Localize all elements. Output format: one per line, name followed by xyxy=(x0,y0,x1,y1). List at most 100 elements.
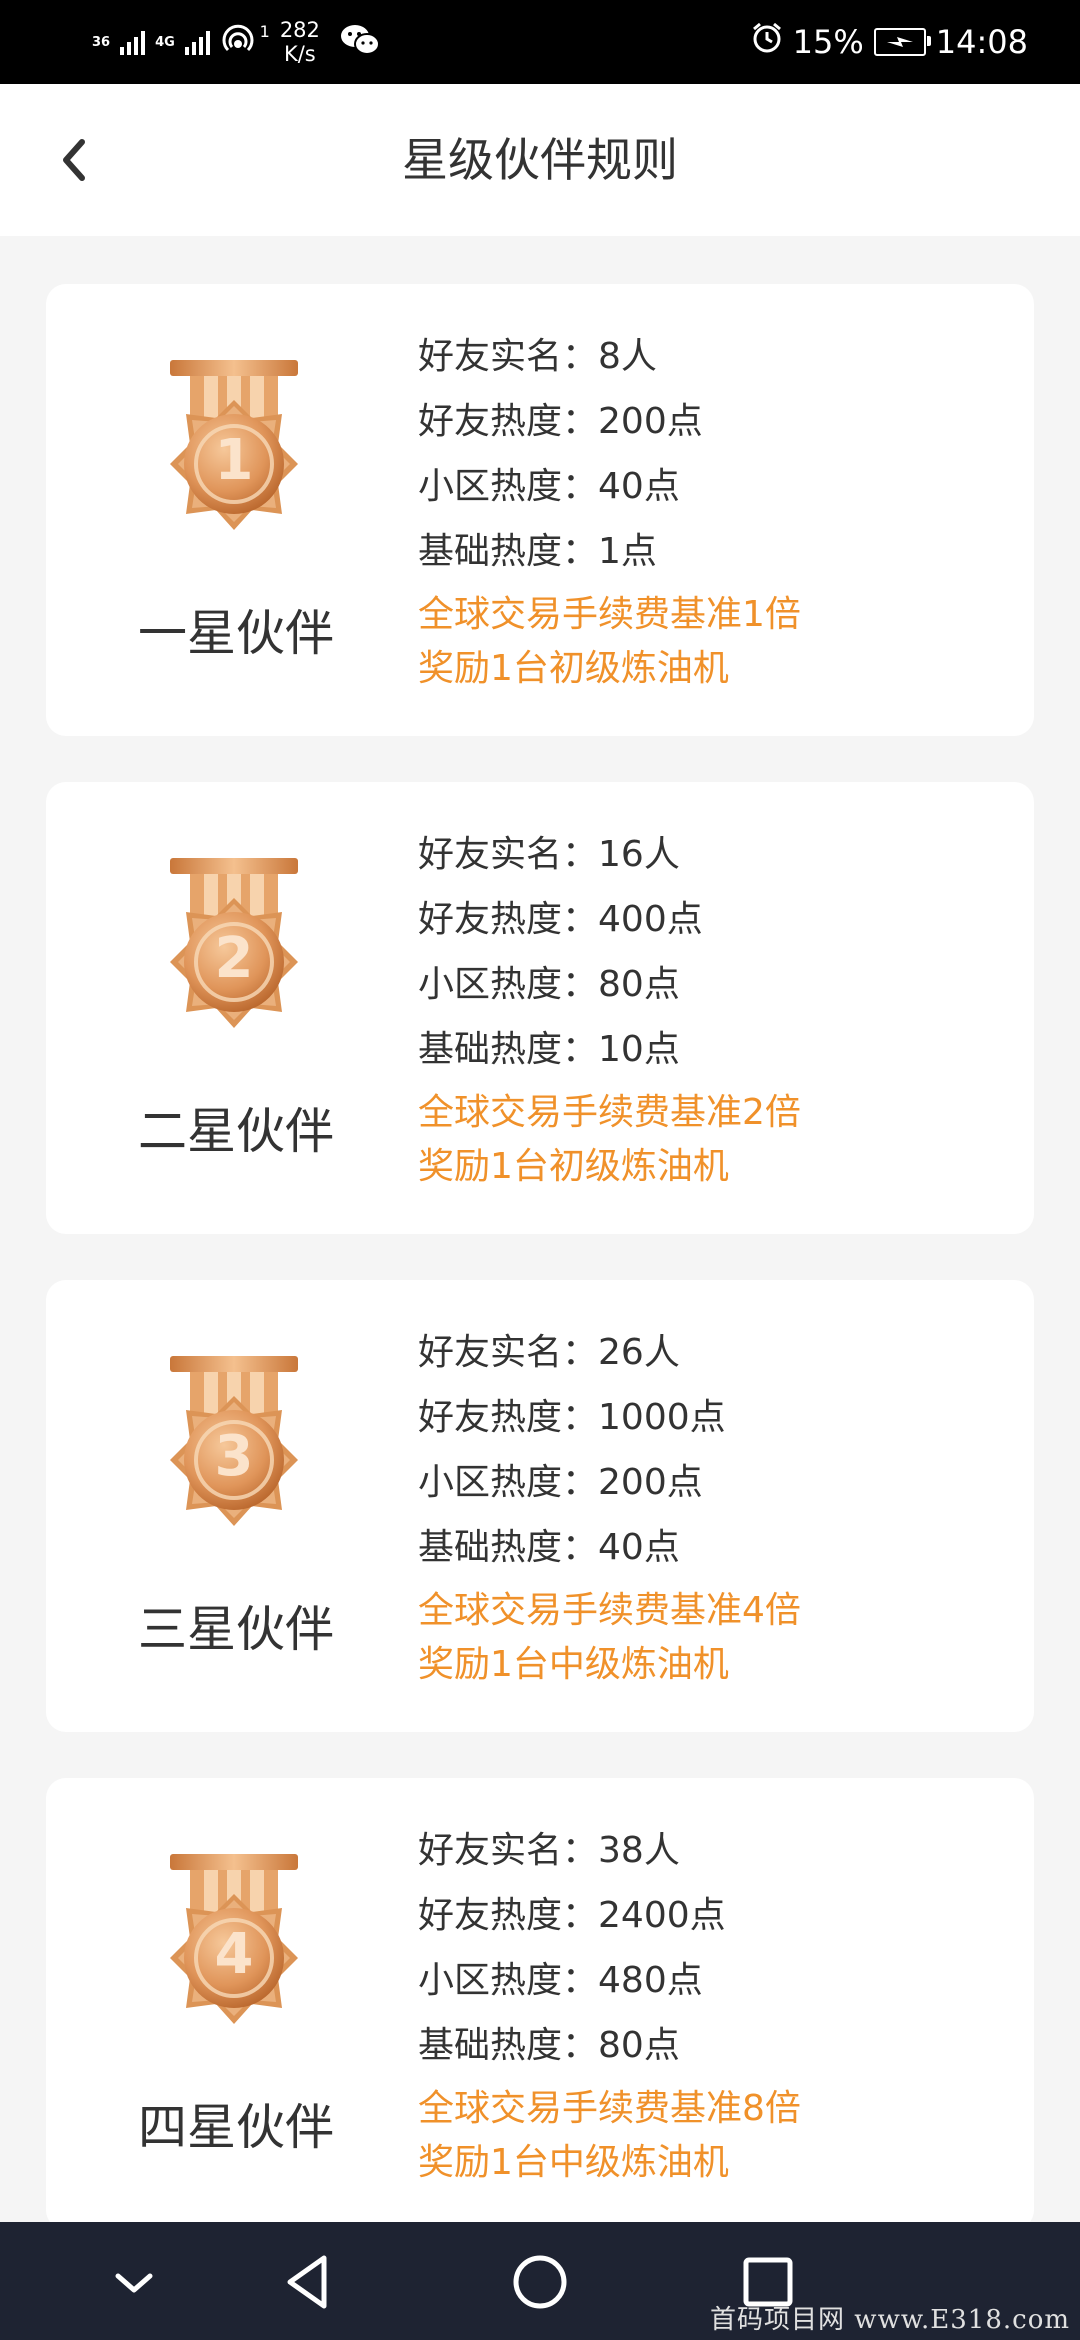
requirement-value: 1000点 xyxy=(598,1397,726,1438)
requirement-value: 40点 xyxy=(598,1527,680,1568)
requirement-label: 好友实名： xyxy=(418,1332,599,1373)
requirement-row: 基础热度：1点 xyxy=(418,519,801,584)
medal-number: 2 xyxy=(214,926,254,991)
requirement-row: 好友实名：8人 xyxy=(418,324,801,389)
reward-text: 奖励1台中级炼油机 xyxy=(418,2142,729,2183)
requirement-value: 2400点 xyxy=(598,1895,726,1936)
reward-text: 全球交易手续费基准4倍 xyxy=(418,1590,801,1631)
requirement-row: 小区热度：200点 xyxy=(418,1450,801,1515)
medal-number: 1 xyxy=(214,428,254,493)
requirement-label: 好友热度： xyxy=(418,1397,599,1438)
network-type-2: 4G xyxy=(155,34,175,50)
requirement-row: 基础热度：10点 xyxy=(418,1017,801,1082)
nav-home-button[interactable] xyxy=(504,2246,576,2318)
requirement-row: 好友热度：1000点 xyxy=(418,1385,801,1450)
reward-text: 奖励1台初级炼油机 xyxy=(418,1146,729,1187)
page-title: 星级伙伴规则 xyxy=(402,133,678,187)
requirement-row: 好友实名：16人 xyxy=(418,822,801,887)
requirement-label: 好友实名： xyxy=(418,1830,599,1871)
requirement-value: 38人 xyxy=(598,1830,680,1871)
requirement-label: 基础热度： xyxy=(418,2025,599,2066)
level-card: 4 四星伙伴 好友实名：38人 好友热度：2400点 小区热度：480点 基础热… xyxy=(46,1778,1034,2230)
level-info: 好友实名：16人 好友热度：400点 小区热度：80点 基础热度：10点 全球交… xyxy=(418,822,801,1194)
reward-text: 全球交易手续费基准1倍 xyxy=(418,594,801,635)
requirement-label: 基础热度： xyxy=(418,1029,599,1070)
level-card: 3 三星伙伴 好友实名：26人 好友热度：1000点 小区热度：200点 基础热… xyxy=(46,1280,1034,1732)
chevron-down-icon xyxy=(115,2273,153,2293)
signal-icon-2 xyxy=(184,29,210,55)
requirement-row: 好友热度：2400点 xyxy=(418,1883,801,1948)
requirement-label: 小区热度： xyxy=(418,964,599,1005)
level-card: 2 二星伙伴 好友实名：16人 好友热度：400点 小区热度：80点 基础热度：… xyxy=(46,782,1034,1234)
level-info: 好友实名：38人 好友热度：2400点 小区热度：480点 基础热度：80点 全… xyxy=(418,1818,801,2190)
medal-number: 4 xyxy=(214,1922,254,1987)
reward-text: 奖励1台中级炼油机 xyxy=(418,1644,729,1685)
medal-number: 3 xyxy=(214,1424,254,1489)
requirement-value: 1点 xyxy=(598,531,657,572)
requirement-value: 40点 xyxy=(598,466,680,507)
status-right: 15% 14:08 xyxy=(751,18,1028,66)
requirement-value: 200点 xyxy=(598,401,703,442)
status-bar: 36 4G 1 282 K/s 15% 14:08 xyxy=(0,0,1080,84)
requirement-value: 10点 xyxy=(598,1029,680,1070)
requirement-row: 基础热度：40点 xyxy=(418,1515,801,1580)
requirement-value: 200点 xyxy=(598,1462,703,1503)
requirement-label: 好友热度： xyxy=(418,401,599,442)
requirement-label: 基础热度： xyxy=(418,1527,599,1568)
network-type-1: 36 xyxy=(92,34,111,50)
wechat-icon xyxy=(340,23,380,61)
home-circle-icon xyxy=(513,2255,567,2309)
level-card: 1 一星伙伴 好友实名：8人 好友热度：200点 小区热度：40点 基础热度：1… xyxy=(46,284,1034,736)
requirement-value: 80点 xyxy=(598,2025,680,2066)
level-info: 好友实名：26人 好友热度：1000点 小区热度：200点 基础热度：40点 全… xyxy=(418,1320,801,1692)
requirement-label: 基础热度： xyxy=(418,531,599,572)
requirement-label: 好友热度： xyxy=(418,1895,599,1936)
reward-text: 奖励1台初级炼油机 xyxy=(418,648,729,689)
requirement-value: 80点 xyxy=(598,964,680,1005)
requirement-label: 小区热度： xyxy=(418,1462,599,1503)
requirement-value: 8人 xyxy=(598,336,657,377)
requirement-value: 26人 xyxy=(598,1332,680,1373)
level-name: 一星伙伴 xyxy=(137,605,334,662)
battery-percent: 15% xyxy=(792,23,864,61)
alarm-icon xyxy=(751,22,783,62)
wifi-hotspot-icon: 1 xyxy=(220,20,270,64)
requirement-value: 480点 xyxy=(598,1960,703,2001)
nav-back-button[interactable] xyxy=(274,2246,346,2318)
speed-unit: K/s xyxy=(283,42,316,66)
requirement-label: 好友热度： xyxy=(418,899,599,940)
level-name: 四星伙伴 xyxy=(137,2099,334,2156)
requirement-label: 好友实名： xyxy=(418,834,599,875)
requirement-row: 小区热度：480点 xyxy=(418,1948,801,2013)
hotspot-count: 1 xyxy=(259,22,270,41)
requirement-value: 400点 xyxy=(598,899,703,940)
requirement-label: 小区热度： xyxy=(418,466,599,507)
system-nav-bar: 首码项目网 www.E318.com xyxy=(0,2222,1080,2340)
status-left: 36 4G 1 282 K/s xyxy=(92,18,380,66)
collapse-nav-button[interactable] xyxy=(98,2246,170,2318)
back-triangle-icon xyxy=(287,2255,327,2309)
requirement-row: 小区热度：40点 xyxy=(418,454,801,519)
requirement-row: 好友热度：400点 xyxy=(418,887,801,952)
network-speed: 282 K/s xyxy=(280,18,320,66)
signal-icon xyxy=(120,29,146,55)
requirement-label: 小区热度： xyxy=(418,1960,599,2001)
level-name: 三星伙伴 xyxy=(137,1601,334,1658)
watermark-text: 首码项目网 www.E318.com xyxy=(710,2305,1070,2335)
level-name: 二星伙伴 xyxy=(137,1103,334,1160)
level-info: 好友实名：8人 好友热度：200点 小区热度：40点 基础热度：1点 全球交易手… xyxy=(418,324,801,696)
reward-text: 全球交易手续费基准2倍 xyxy=(418,1092,801,1133)
requirement-row: 小区热度：80点 xyxy=(418,952,801,1017)
requirement-value: 16人 xyxy=(598,834,680,875)
clock-time: 14:08 xyxy=(935,23,1028,61)
speed-value: 282 xyxy=(279,18,320,42)
app-header: 星级伙伴规则 xyxy=(0,84,1080,236)
requirement-row: 好友实名：38人 xyxy=(418,1818,801,1883)
reward-text: 全球交易手续费基准8倍 xyxy=(418,2088,801,2129)
battery-charging-icon xyxy=(873,28,931,56)
requirement-label: 好友实名： xyxy=(418,336,599,377)
level-card-list: 1 一星伙伴 好友实名：8人 好友热度：200点 小区热度：40点 基础热度：1… xyxy=(46,284,1034,2276)
requirement-row: 好友实名：26人 xyxy=(418,1320,801,1385)
requirement-row: 好友热度：200点 xyxy=(418,389,801,454)
requirement-row: 基础热度：80点 xyxy=(418,2013,801,2078)
